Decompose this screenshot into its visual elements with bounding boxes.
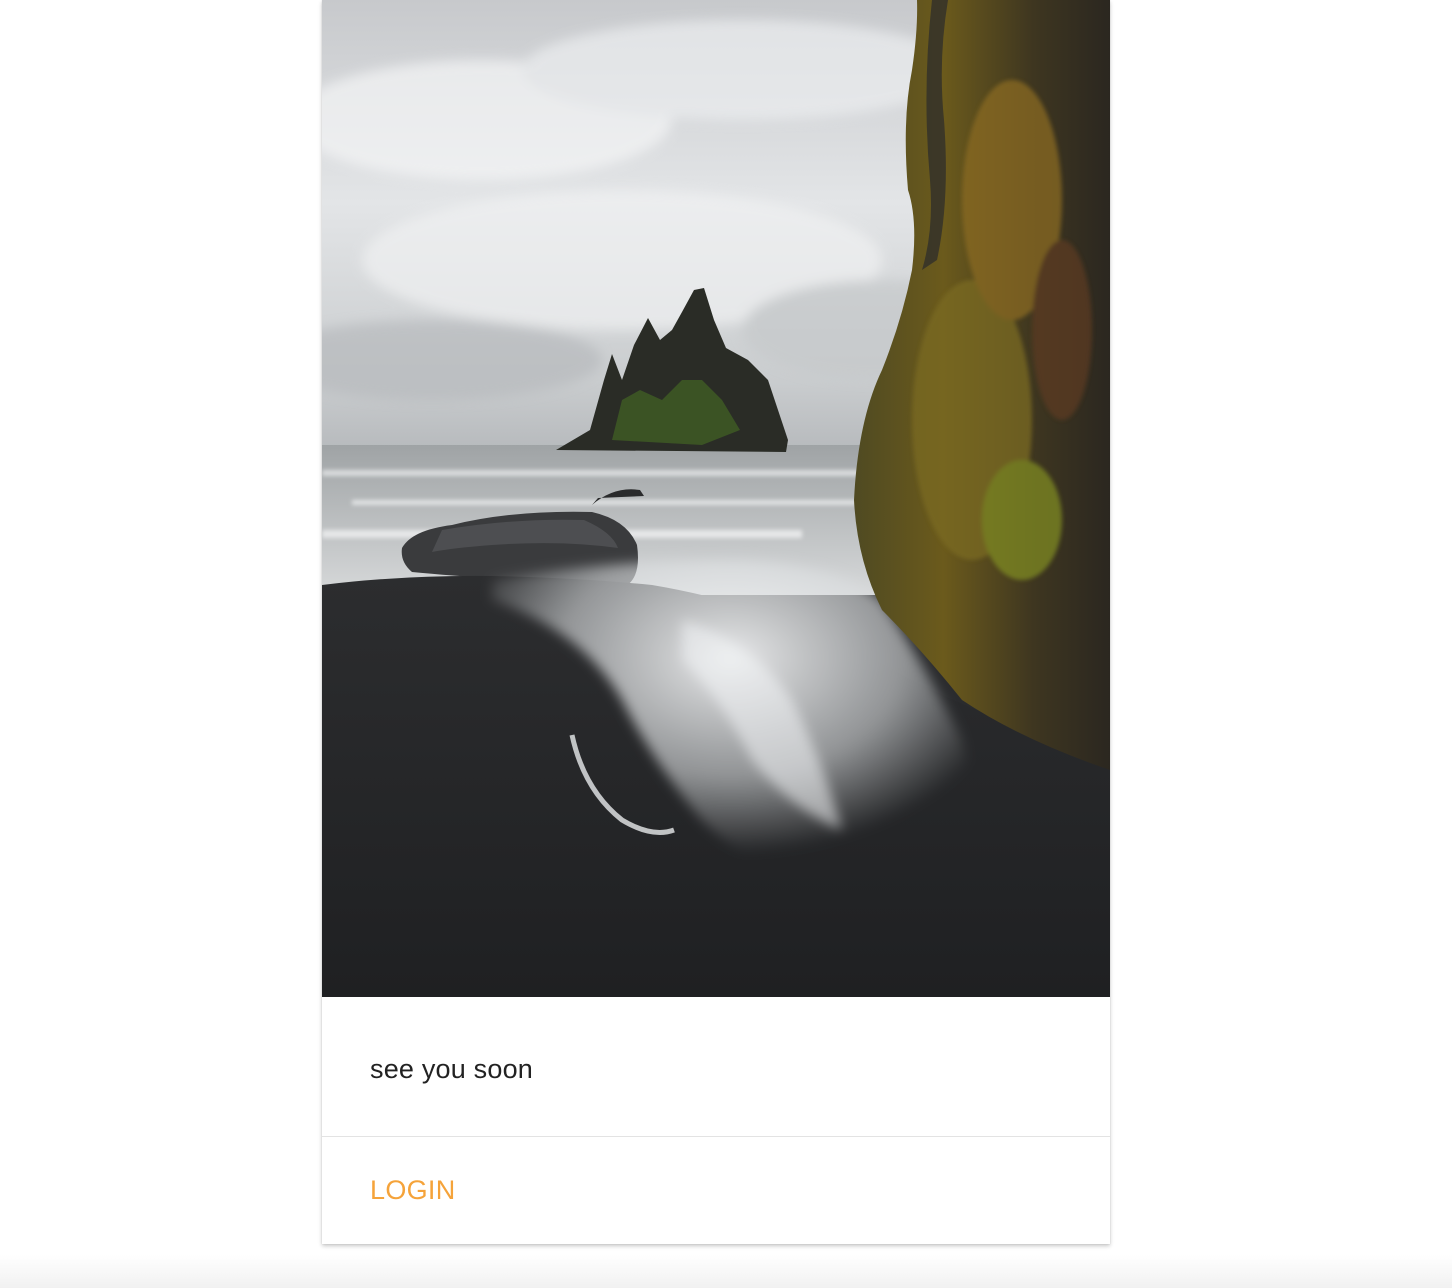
login-button[interactable]: LOGIN	[360, 1168, 466, 1212]
card-image	[322, 0, 1110, 997]
card-body: see you soon	[322, 997, 1110, 1137]
card-actions: LOGIN	[322, 1137, 1110, 1244]
card-message: see you soon	[370, 1054, 534, 1084]
page: see you soon LOGIN	[0, 0, 1452, 1288]
card: see you soon LOGIN	[322, 0, 1110, 1244]
seascape-photo-illustration	[322, 0, 1110, 997]
